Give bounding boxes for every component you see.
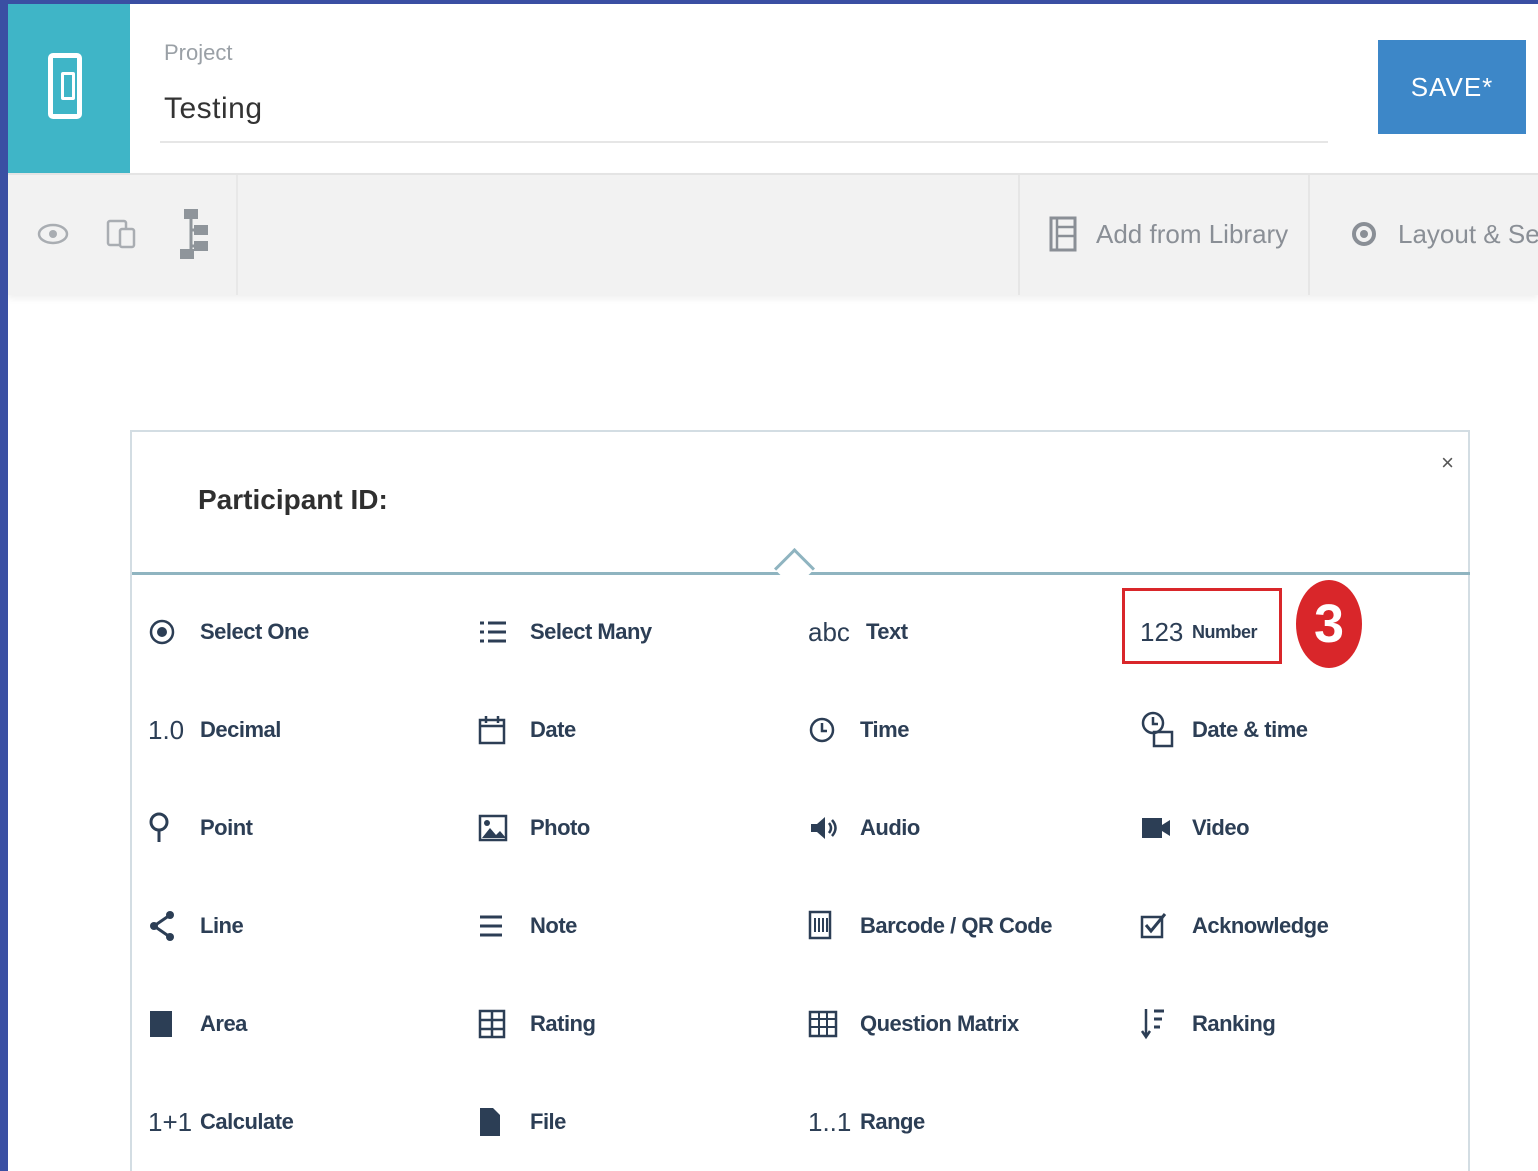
type-label: Calculate (200, 1109, 294, 1134)
type-rating[interactable]: Rating (478, 994, 596, 1054)
checkbox-icon (1140, 911, 1188, 941)
type-label: Barcode / QR Code (860, 913, 1052, 938)
type-label: Audio (860, 815, 920, 840)
barcode-icon (808, 910, 856, 942)
calculate-icon: 1+1 (148, 1106, 193, 1137)
datetime-icon (1140, 710, 1188, 750)
type-label: Line (200, 913, 244, 938)
mobile-device-icon (48, 53, 82, 119)
type-date-time[interactable]: Date & time (1140, 700, 1308, 760)
tree-structure-icon[interactable] (174, 207, 218, 261)
calendar-icon (478, 715, 526, 745)
pin-icon (148, 812, 196, 844)
add-from-library-button[interactable]: Add from Library (1048, 207, 1288, 261)
project-title-input[interactable]: Testing (164, 92, 263, 126)
speaker-icon (808, 814, 856, 842)
type-area[interactable]: Area (148, 994, 247, 1054)
abc-icon: abc (808, 616, 850, 647)
type-label: Acknowledge (1192, 913, 1329, 938)
layout-settings-button[interactable]: Layout & Setti (1348, 207, 1538, 261)
radio-icon (148, 618, 196, 646)
toolbar-divider (236, 175, 238, 295)
line-icon (148, 910, 196, 942)
type-note[interactable]: Note (478, 896, 577, 956)
list-icon (478, 618, 526, 646)
save-button[interactable]: SAVE* (1378, 40, 1526, 134)
matrix-icon (808, 1010, 856, 1038)
type-label: Video (1192, 815, 1250, 840)
type-label: Ranking (1192, 1011, 1276, 1036)
ranking-icon (1140, 1007, 1188, 1041)
type-label: Rating (530, 1011, 596, 1036)
type-label: Time (860, 717, 909, 742)
type-label: Range (860, 1109, 925, 1134)
gear-icon (1352, 222, 1376, 246)
rating-icon (478, 1009, 526, 1039)
type-calculate[interactable]: 1+1 Calculate (148, 1092, 294, 1152)
video-icon (1140, 815, 1188, 841)
devices-icon[interactable] (104, 217, 138, 251)
frame-edge (0, 0, 8, 1171)
type-label: Note (530, 913, 577, 938)
clock-icon (808, 716, 856, 744)
area-icon (148, 1009, 196, 1039)
photo-icon (478, 814, 526, 842)
type-decimal[interactable]: 1.0 Decimal (148, 700, 281, 760)
type-question-matrix[interactable]: Question Matrix (808, 994, 1019, 1054)
type-label: File (530, 1109, 566, 1134)
add-from-library-label: Add from Library (1096, 218, 1289, 249)
type-photo[interactable]: Photo (478, 798, 590, 858)
toolbar-divider (1308, 175, 1310, 295)
close-icon[interactable]: × (1441, 450, 1454, 476)
type-select-many[interactable]: Select Many (478, 602, 652, 662)
type-line[interactable]: Line (148, 896, 244, 956)
type-acknowledge[interactable]: Acknowledge (1140, 896, 1329, 956)
type-label: Area (200, 1011, 247, 1036)
type-label: Date & time (1192, 717, 1308, 742)
library-icon (1049, 216, 1077, 252)
type-label: Text (866, 619, 908, 644)
file-icon (478, 1106, 526, 1138)
step-badge: 3 (1296, 580, 1362, 668)
type-date[interactable]: Date (478, 700, 576, 760)
type-label: Photo (530, 815, 590, 840)
app-window: Project Testing SAVE* Add from Library L… (8, 4, 1538, 1171)
popover-caret (773, 547, 816, 590)
header: Project Testing SAVE* (8, 4, 1538, 173)
type-ranking[interactable]: Ranking (1140, 994, 1276, 1054)
app-tile[interactable] (8, 4, 130, 173)
type-label: Decimal (200, 717, 281, 742)
type-label: Point (200, 815, 253, 840)
toolbar: Add from Library Layout & Setti (8, 173, 1538, 295)
type-video[interactable]: Video (1140, 798, 1250, 858)
type-audio[interactable]: Audio (808, 798, 920, 858)
toolbar-divider (1018, 175, 1020, 295)
type-point[interactable]: Point (148, 798, 253, 858)
note-icon (478, 913, 526, 939)
type-label: Date (530, 717, 576, 742)
layout-settings-label: Layout & Setti (1398, 218, 1538, 249)
type-text[interactable]: abc Text (808, 602, 908, 662)
type-label: Select One (200, 619, 309, 644)
question-card: Participant ID: × Select One Select Many… (130, 430, 1470, 1171)
question-title[interactable]: Participant ID: (198, 484, 388, 516)
title-underline (160, 141, 1328, 143)
type-label: Select Many (530, 619, 652, 644)
type-file[interactable]: File (478, 1092, 566, 1152)
type-time[interactable]: Time (808, 700, 909, 760)
number-highlight-box (1122, 588, 1282, 664)
type-barcode[interactable]: Barcode / QR Code (808, 896, 1052, 956)
type-select-one[interactable]: Select One (148, 602, 309, 662)
range-icon: 1..1 (808, 1106, 852, 1137)
eye-icon[interactable] (36, 217, 70, 251)
type-label: Question Matrix (860, 1011, 1019, 1036)
decimal-icon: 1.0 (148, 714, 185, 745)
type-range[interactable]: 1..1 Range (808, 1092, 925, 1152)
project-label: Project (164, 40, 233, 65)
